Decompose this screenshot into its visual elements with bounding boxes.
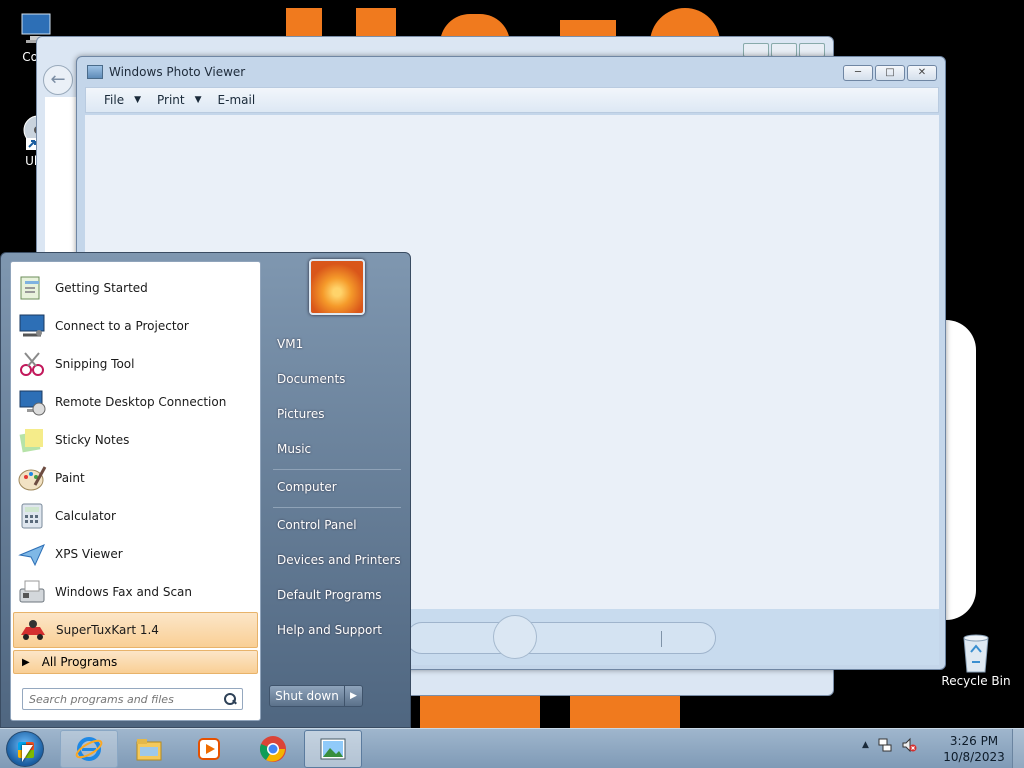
show-hidden-icons-button[interactable]: ▲ [862,740,869,750]
program-connect-to-a-projector[interactable]: Connect to a Projector [13,308,258,344]
link-computer[interactable]: Computer [269,472,403,502]
window-controls: ─ □ ✕ [843,65,937,81]
getting-started-icon [20,276,40,300]
network-icon[interactable] [877,737,893,753]
file-explorer-icon [136,739,162,761]
start-menu-links-pane: VM1 Documents Pictures Music Computer Co… [263,253,411,729]
recycle-bin-icon [956,632,996,673]
taskbar-chrome[interactable] [244,730,302,768]
taskbar: ▲ 3:26 PM 10/8/2023 [0,728,1024,768]
chevron-right-icon: ▶ [22,656,30,668]
taskbar-file-explorer[interactable] [120,730,178,768]
mouse-cursor-icon [22,745,33,762]
avatar[interactable] [309,259,365,315]
chrome-icon [259,736,286,762]
window-title-text: Windows Photo Viewer [109,65,246,79]
program-sticky-notes[interactable]: Sticky Notes [13,422,258,458]
minimize-button[interactable]: ─ [843,65,873,81]
shutdown-group: Shut down ▶ [269,685,363,707]
link-user-folder[interactable]: VM1 [269,329,403,359]
clock[interactable]: 3:26 PM 10/8/2023 [938,733,1010,765]
taskbar-media-player[interactable] [180,730,238,768]
menu-email[interactable]: E-mail [210,93,264,107]
chevron-down-icon: ▼ [194,95,202,105]
calculator-icon [21,503,43,529]
background-window-controls [743,43,825,57]
shutdown-button[interactable]: Shut down [269,685,345,707]
system-tray: ▲ [862,737,917,753]
chevron-right-icon: ▶ [350,691,357,701]
slideshow-button[interactable] [493,615,537,659]
divider [273,469,401,470]
photo-viewer-icon [87,65,103,79]
search-input[interactable] [29,692,224,706]
program-calculator[interactable]: Calculator [13,498,258,534]
kart-icon [21,620,45,640]
desktop-icon-recycle-bin[interactable]: Recycle Bin [940,632,1012,688]
program-paint[interactable]: Paint [13,460,258,496]
link-default-programs[interactable]: Default Programs [269,580,403,610]
projector-icon [19,314,45,337]
shutdown-options-button[interactable]: ▶ [345,685,363,707]
show-desktop-button[interactable] [1012,729,1024,768]
menu-print[interactable]: Print ▼ [149,93,210,107]
link-control-panel[interactable]: Control Panel [269,510,403,540]
link-documents[interactable]: Documents [269,364,403,394]
desktop-icon-label: Recycle Bin [941,674,1011,688]
internet-explorer-icon [75,737,103,761]
window-title: Windows Photo Viewer [87,65,245,79]
chevron-down-icon: ▼ [134,95,142,105]
xps-viewer-icon [18,544,45,567]
clock-time: 3:26 PM [949,734,999,748]
fax-icon [19,580,45,603]
link-pictures[interactable]: Pictures [269,399,403,429]
scissors-icon [20,352,44,376]
start-menu: Getting Started Connect to a Projector S… [0,252,411,728]
menu-bar: File ▼ Print ▼ E-mail [85,87,939,113]
maximize-button[interactable]: □ [875,65,905,81]
paint-palette-icon [18,466,47,491]
menu-file[interactable]: File ▼ [96,93,149,107]
program-remote-desktop-connection[interactable]: Remote Desktop Connection [13,384,258,420]
volume-muted-icon[interactable] [901,737,917,753]
program-getting-started[interactable]: Getting Started [13,270,258,306]
taskbar-photo-viewer[interactable] [304,730,362,768]
taskbar-internet-explorer[interactable] [60,730,118,768]
start-search-box[interactable] [22,688,243,710]
program-snipping-tool[interactable]: Snipping Tool [13,346,258,382]
clock-date: 10/8/2023 [943,750,1005,764]
playback-controls[interactable] [406,615,716,659]
sticky-notes-icon [19,429,43,453]
media-player-icon [198,738,220,760]
back-arrow-icon[interactable]: ← [43,65,73,95]
photo-viewer-icon [320,738,346,760]
link-devices-and-printers[interactable]: Devices and Printers [269,545,403,575]
program-supertuxkart[interactable]: SuperTuxKart 1.4 [13,612,258,648]
all-programs-button[interactable]: ▶ All Programs [13,650,258,674]
link-music[interactable]: Music [269,434,403,464]
remote-desktop-icon [19,390,46,416]
close-button[interactable]: ✕ [907,65,937,81]
link-help-and-support[interactable]: Help and Support [269,615,403,645]
search-icon[interactable] [224,693,236,705]
divider [273,507,401,508]
program-xps-viewer[interactable]: XPS Viewer [13,536,258,572]
program-windows-fax-and-scan[interactable]: Windows Fax and Scan [13,574,258,610]
start-menu-programs-pane: Getting Started Connect to a Projector S… [10,261,261,721]
